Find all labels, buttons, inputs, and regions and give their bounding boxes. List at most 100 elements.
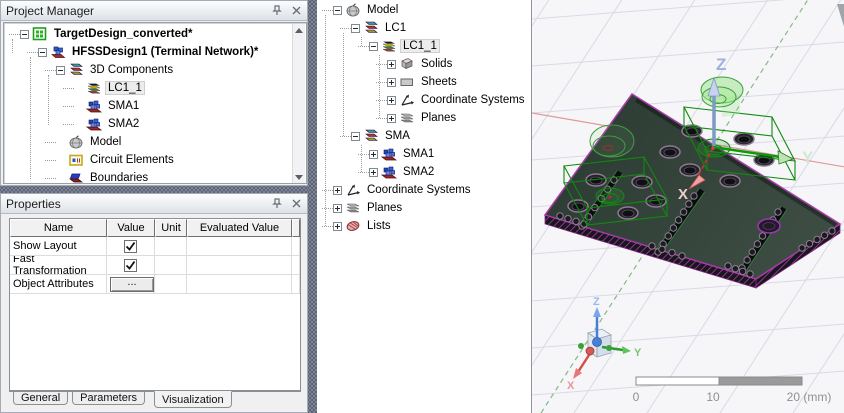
3d-viewport[interactable]: Z Y X Z Y X 0 10 20 (mm) — [531, 0, 844, 413]
project-tree-scrollbar[interactable] — [292, 24, 305, 183]
tree-item-circuit-elements[interactable]: Circuit Elements — [5, 151, 291, 169]
tree-item-sma2[interactable]: SMA2 — [318, 163, 531, 181]
tree-item-label: Circuit Elements — [90, 154, 174, 166]
expand-toggle-icon[interactable] — [333, 221, 342, 231]
expand-toggle-icon[interactable] — [387, 95, 396, 105]
tree-item-boundaries[interactable]: Boundaries — [5, 169, 291, 183]
tree-item-hfssdesign1-terminal-network[interactable]: HFSSDesign1 (Terminal Network)* — [5, 43, 291, 61]
tree-item-sheets[interactable]: Sheets — [318, 73, 531, 91]
component-3d-icon — [86, 117, 103, 131]
scroll-down-arrow-icon — [295, 175, 303, 180]
column-header-evaluated-value[interactable]: Evaluated Value — [187, 219, 292, 237]
tree-item-coordinate-systems[interactable]: Coordinate Systems — [318, 181, 531, 199]
expand-toggle-icon[interactable] — [333, 203, 342, 213]
property-evaluated-value — [187, 256, 292, 275]
tab-parameters[interactable]: Parameters — [72, 392, 145, 405]
collapse-toggle-icon[interactable] — [333, 5, 342, 15]
column-header-value[interactable]: Value — [107, 219, 155, 237]
tree-item-model[interactable]: Model — [5, 133, 291, 151]
scroll-up-button[interactable] — [293, 24, 305, 37]
project-manager-title: Project Manager — [6, 3, 95, 18]
tab-visualization[interactable]: Visualization — [154, 391, 232, 408]
tree-item-sma1[interactable]: SMA1 — [318, 145, 531, 163]
row-stub — [292, 275, 300, 294]
tree-item-label: Model — [367, 4, 399, 16]
close-icon[interactable] — [290, 5, 302, 17]
tree-connector — [30, 57, 31, 179]
tree-item-label: SMA2 — [108, 118, 140, 130]
collapse-toggle-icon[interactable] — [56, 65, 65, 75]
model-icon — [68, 135, 85, 149]
z-axis-label: Z — [716, 55, 726, 74]
pin-icon[interactable] — [271, 198, 283, 210]
tree-item-targetdesign-converted[interactable]: TargetDesign_converted* — [5, 25, 291, 43]
horizontal-splitter[interactable] — [0, 186, 308, 193]
tree-item-label: SMA2 — [403, 166, 435, 178]
properties-table-body: Show Layout Fast Transformation Object Att… — [10, 237, 300, 294]
fast-transformation-checkbox[interactable] — [124, 258, 137, 272]
property-unit — [155, 237, 187, 256]
component-3d-icon — [86, 99, 103, 113]
tree-connector — [48, 75, 49, 125]
property-row-object-attributes: Object Attributes... — [10, 275, 300, 294]
tree-connector — [322, 207, 333, 209]
column-header-name[interactable]: Name — [10, 219, 107, 237]
boundaries-icon — [68, 171, 85, 183]
tree-item-label: SMA1 — [403, 148, 435, 160]
tree-item-coordinate-systems[interactable]: Coordinate Systems — [318, 91, 531, 109]
expand-toggle-icon[interactable] — [369, 149, 378, 159]
tree-item-lc1-1[interactable]: LC1_1 — [318, 37, 531, 55]
tree-item-solids[interactable]: Solids — [318, 55, 531, 73]
tree-connector — [322, 9, 333, 11]
collapse-toggle-icon[interactable] — [369, 41, 378, 51]
tree-item-planes[interactable]: Planes — [318, 109, 531, 127]
project-manager-titlebar[interactable]: Project Manager — [1, 1, 307, 21]
tree-item-planes[interactable]: Planes — [318, 199, 531, 217]
tree-connector — [45, 159, 56, 161]
tree-item-label: Planes — [421, 112, 457, 124]
property-row-fast-transformation: Fast Transformation — [10, 256, 300, 275]
object-attributes-button[interactable]: ... — [110, 276, 154, 292]
property-name: Show Layout — [10, 237, 107, 256]
column-header-unit[interactable]: Unit — [155, 219, 187, 237]
tree-item-sma[interactable]: SMA — [318, 127, 531, 145]
project-manager-tree: TargetDesign_converted* HFSSDesign1 (Term… — [3, 22, 307, 184]
tree-item-label: Lists — [367, 220, 391, 232]
collapse-toggle-icon[interactable] — [20, 29, 29, 39]
tree-connector — [376, 63, 387, 65]
tree-item-label: SMA1 — [108, 100, 140, 112]
tree-connector — [27, 51, 38, 53]
model-icon — [345, 3, 362, 17]
tab-general[interactable]: General — [13, 392, 69, 405]
expand-toggle-icon[interactable] — [369, 167, 378, 177]
expand-toggle-icon[interactable] — [387, 113, 396, 123]
collapse-toggle-icon[interactable] — [351, 23, 360, 33]
expand-toggle-icon[interactable] — [333, 185, 342, 195]
tree-item-label: Planes — [367, 202, 403, 214]
property-evaluated-value — [187, 275, 292, 294]
property-unit — [155, 275, 187, 294]
pin-icon[interactable] — [271, 5, 283, 17]
tree-item-lc1[interactable]: LC1 — [318, 19, 531, 37]
show-layout-checkbox[interactable] — [124, 239, 137, 253]
tree-item-model[interactable]: Model — [318, 1, 531, 19]
layers-icon — [381, 39, 398, 53]
tree-connector — [361, 145, 362, 172]
properties-title: Properties — [6, 196, 61, 211]
property-value-cell: ... — [107, 275, 155, 294]
tree-item-lists[interactable]: Lists — [318, 217, 531, 235]
hfss-design-icon — [50, 45, 67, 59]
collapse-toggle-icon[interactable] — [351, 131, 360, 141]
expand-toggle-icon[interactable] — [387, 77, 396, 87]
tree-connector — [361, 37, 362, 46]
property-unit — [155, 256, 187, 275]
tree-item-label: LC1_1 — [400, 39, 440, 53]
close-icon[interactable] — [290, 198, 302, 210]
scale-tick-10: 10 — [706, 390, 720, 404]
collapse-toggle-icon[interactable] — [38, 47, 47, 57]
solid-icon — [399, 57, 416, 71]
properties-titlebar[interactable]: Properties — [1, 194, 307, 214]
expand-toggle-icon[interactable] — [387, 59, 396, 69]
scroll-down-button[interactable] — [293, 171, 305, 183]
vertical-splitter[interactable] — [308, 0, 317, 413]
